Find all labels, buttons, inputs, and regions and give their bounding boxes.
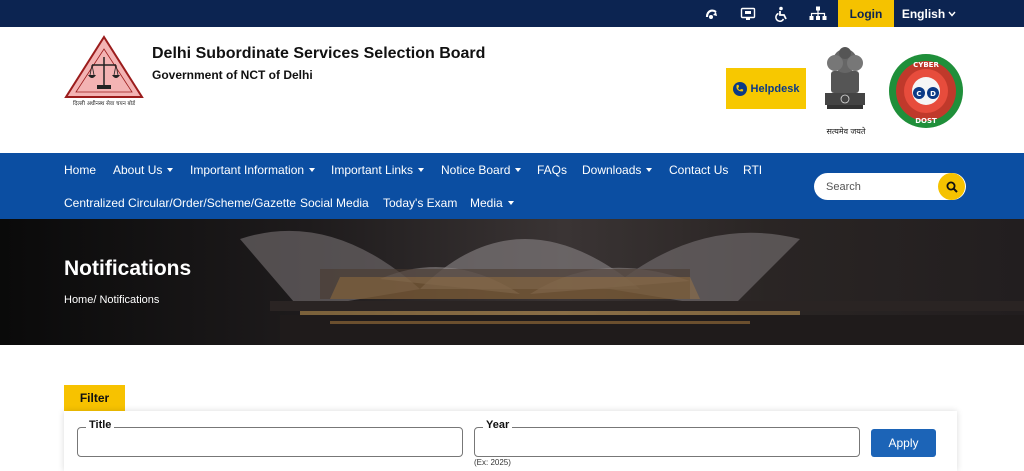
helpdesk-label: Helpdesk bbox=[750, 82, 800, 95]
nav-label: FAQs bbox=[537, 163, 568, 177]
sitemap-icon[interactable] bbox=[806, 0, 830, 27]
svg-text:D: D bbox=[930, 90, 936, 98]
search-box bbox=[814, 173, 966, 200]
title-label: Title bbox=[86, 419, 115, 431]
nav-todays-exam[interactable]: Today's Exam bbox=[383, 196, 457, 210]
national-emblem bbox=[825, 47, 865, 109]
helpdesk-button[interactable]: Helpdesk bbox=[726, 68, 806, 109]
caret-down-icon bbox=[167, 168, 174, 172]
accessibility-icon[interactable] bbox=[770, 0, 794, 27]
cyber-bottom-text: DOST bbox=[915, 117, 937, 125]
login-label: Login bbox=[849, 6, 883, 21]
nav-label: Media bbox=[470, 196, 503, 210]
cyber-top-text: CYBER bbox=[913, 61, 939, 69]
nav-label: Today's Exam bbox=[383, 196, 458, 210]
nav-centralized-circular[interactable]: Centralized Circular/Order/Scheme/Gazett… bbox=[64, 196, 296, 210]
screen-reader-icon[interactable] bbox=[700, 0, 724, 27]
apply-button[interactable]: Apply bbox=[871, 429, 936, 457]
year-input[interactable] bbox=[483, 433, 851, 451]
nav-important-links[interactable]: Important Links bbox=[331, 163, 425, 177]
title-field: Title bbox=[77, 419, 463, 457]
chevron-down-icon bbox=[948, 11, 956, 17]
cyber-dost-logo[interactable]: C D CYBER DOST bbox=[888, 53, 964, 129]
monitor-icon[interactable] bbox=[736, 0, 760, 27]
caret-down-icon bbox=[309, 168, 316, 172]
search-input[interactable] bbox=[826, 178, 936, 195]
lotus-temple-image bbox=[240, 230, 1024, 345]
nav-downloads[interactable]: Downloads bbox=[582, 163, 653, 177]
nav-about-us[interactable]: About Us bbox=[113, 163, 174, 177]
nav-label: About Us bbox=[113, 163, 163, 177]
nav-social-media[interactable]: Social Media bbox=[300, 196, 369, 210]
page-title: Notifications bbox=[64, 257, 192, 280]
login-button[interactable]: Login bbox=[838, 0, 894, 27]
nav-important-information[interactable]: Important Information bbox=[190, 163, 316, 177]
main-navigation: Home About Us Important Information Impo… bbox=[0, 153, 1024, 219]
caret-down-icon bbox=[507, 201, 514, 205]
dsssb-logo[interactable]: दिल्ली अधीनस्थ सेवा चयन बोर्ड bbox=[64, 35, 144, 107]
nav-label: Notice Board bbox=[441, 163, 511, 177]
site-header: दिल्ली अधीनस्थ सेवा चयन बोर्ड Delhi Subo… bbox=[0, 27, 1024, 153]
nav-contact-us[interactable]: Contact Us bbox=[669, 163, 728, 177]
nav-notice-board[interactable]: Notice Board bbox=[441, 163, 522, 177]
caret-down-icon bbox=[646, 168, 653, 172]
nav-label: Home bbox=[64, 163, 97, 177]
nav-label: Centralized Circular/Order/Scheme/Gazett… bbox=[64, 196, 297, 210]
nav-rti[interactable]: RTI bbox=[743, 163, 762, 177]
nav-home[interactable]: Home bbox=[64, 163, 96, 177]
emblem-caption: सत्यमेव जयते bbox=[826, 127, 866, 136]
nav-label: Downloads bbox=[582, 163, 642, 177]
caret-down-icon bbox=[515, 168, 522, 172]
page-banner: Notifications Home/ Notifications bbox=[0, 219, 1024, 345]
language-selector[interactable]: English bbox=[898, 0, 960, 27]
language-label: English bbox=[901, 6, 946, 21]
search-button[interactable] bbox=[938, 173, 965, 200]
phone-icon bbox=[732, 81, 747, 96]
filter-panel: Title Year (Ex: 2025) Apply bbox=[64, 411, 957, 471]
org-title: Delhi Subordinate Services Selection Boa… bbox=[152, 45, 486, 62]
filter-tab-label: Filter bbox=[79, 391, 110, 405]
nav-label: RTI bbox=[743, 163, 763, 177]
nav-label: Social Media bbox=[300, 196, 369, 210]
org-subtitle: Government of NCT of Delhi bbox=[152, 68, 313, 82]
nav-label: Important Links bbox=[331, 163, 414, 177]
nav-faqs[interactable]: FAQs bbox=[537, 163, 567, 177]
year-hint: (Ex: 2025) bbox=[474, 458, 511, 467]
nav-media[interactable]: Media bbox=[470, 196, 514, 210]
top-utility-bar: Login English bbox=[0, 0, 1024, 27]
nav-label: Contact Us bbox=[669, 163, 729, 177]
search-icon bbox=[946, 181, 958, 193]
caret-down-icon bbox=[418, 168, 425, 172]
nav-label: Important Information bbox=[190, 163, 305, 177]
svg-text:C: C bbox=[916, 90, 921, 98]
breadcrumb: Home/ Notifications bbox=[64, 294, 160, 306]
logo-caption: दिल्ली अधीनस्थ सेवा चयन बोर्ड bbox=[73, 100, 136, 107]
year-field: Year bbox=[474, 419, 860, 457]
title-input[interactable] bbox=[86, 433, 454, 451]
year-label: Year bbox=[483, 419, 513, 431]
filter-tab: Filter bbox=[64, 385, 125, 411]
